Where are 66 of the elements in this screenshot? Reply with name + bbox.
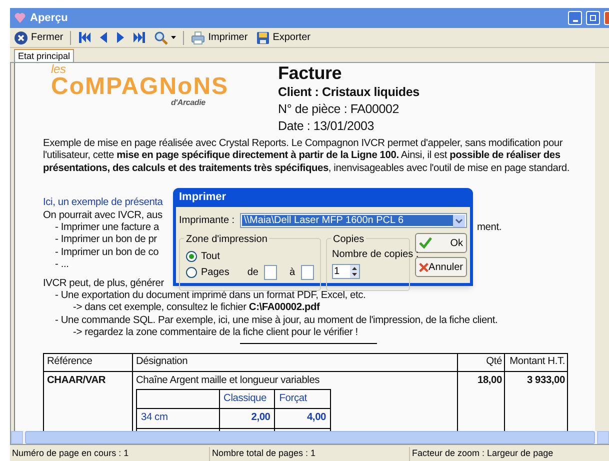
- group-label: Copies: [331, 232, 366, 247]
- status-field: Facteur de zoom : Largeur de page: [410, 447, 609, 461]
- print-button[interactable]: Imprimer: [190, 28, 249, 46]
- client-name: Client : Cristaux liquides: [278, 84, 420, 101]
- table-cell-text: 34 cm: [140, 411, 169, 426]
- invoice-date: Date : 13/01/2003: [278, 118, 375, 135]
- bullet-line: - Une exportation du document imprimé dans un format PDF, Excel, etc.: [54, 290, 366, 302]
- radio-option[interactable]: Tout: [186, 248, 220, 264]
- app-icon: [14, 12, 26, 24]
- from-page-field[interactable]: [264, 264, 278, 280]
- column-header: Forçat: [274, 390, 330, 408]
- bullet-line: - Imprimer un bon de co: [54, 246, 159, 260]
- bullet-line: - Imprimer un bon de pr: [54, 234, 157, 247]
- checkmark-icon: [419, 237, 432, 249]
- dialog-title: Imprimer: [173, 188, 473, 207]
- table-cell-text: Chaîne Argent maille et longueur variables: [135, 374, 320, 388]
- column-header: Désignation: [132, 354, 457, 371]
- company-logo: les CoMPAGNoNS d'Arcadie: [50, 63, 230, 109]
- horizontal-scrollbar[interactable]: [11, 431, 609, 444]
- link[interactable]: Ici, un exemple de présenta: [43, 197, 163, 210]
- ok-button[interactable]: Ok: [415, 233, 467, 253]
- bullet-line: - ...: [54, 259, 69, 272]
- sub-bullet-line: -> dans cet exemple, consultez le fichier C:\FA00002.pdf: [72, 302, 320, 315]
- from-label: de: [247, 266, 258, 280]
- first-page-icon: [78, 31, 92, 44]
- bullet-line: - Une commande SQL. Par exemple, ici, une mise à jour, au moment de l'impression, de la fiche client.: [54, 314, 498, 328]
- close-icon: [14, 30, 28, 44]
- sub-bullet-line: -> regardez la zone commentaire de la fiche client pour le vérifier !: [72, 327, 358, 340]
- printer-label: Imprimante :: [179, 214, 235, 228]
- dropdown-caret-icon: [171, 36, 176, 39]
- close-button[interactable]: Fermer: [13, 28, 64, 46]
- invoice-title: Facture: [278, 63, 343, 84]
- radio-option[interactable]: Pages: [186, 264, 230, 280]
- spinner-arrows-icon: [350, 265, 359, 278]
- intro-paragraph: Exemple de mise en page réalisée avec Crystal Reports. Le Compagnon IVCR permet d'appeler, sans modification pour l'utilisateur, cette mise en page spécifique directement à partir de la Ligne 100. Ainsi, il est possible de réaliser des présentations, des calculs et des traitements très spécifiques, inenvisageables avec l'outil de mise en page standard.: [43, 138, 570, 176]
- printer-dropdown[interactable]: \\Maia\Dell Laser MFP 1600n PCL 6: [240, 213, 467, 228]
- text-line: IVCR peut, de plus, générer: [43, 278, 164, 290]
- table-cell-text: CHAAR/VAR: [46, 374, 107, 388]
- tab[interactable]: Etat principal: [14, 49, 74, 62]
- copies-spinner[interactable]: 1: [332, 264, 360, 279]
- to-page-field[interactable]: [301, 264, 314, 280]
- bullet-line: - Imprimer une facture a: [54, 222, 159, 234]
- minimize-button[interactable]: [568, 11, 582, 25]
- status-field: Numéro de page en cours : 1: [10, 447, 210, 461]
- last-page-icon: [133, 31, 146, 44]
- window-title: Aperçu: [30, 10, 69, 26]
- magnifier-icon: [154, 30, 168, 44]
- to-label: à: [289, 266, 296, 280]
- column-header: Classique: [218, 390, 274, 408]
- restore-button[interactable]: [586, 11, 600, 25]
- column-header: Qté: [457, 354, 504, 371]
- text-line: ment.: [477, 222, 502, 234]
- group-label: Zone d'impression: [184, 232, 270, 247]
- text-line: On pourrait avec IVCR, aus: [43, 210, 162, 222]
- next-page-icon: [116, 31, 126, 44]
- previous-page-icon: [99, 31, 108, 44]
- column-header: Montant H.T.: [504, 354, 567, 371]
- table-cell: 2,00: [218, 409, 274, 428]
- document-number: N° de pièce : FA00002: [278, 101, 400, 118]
- cancel-button[interactable]: Annuler: [415, 257, 467, 277]
- column-header: Référence: [46, 356, 94, 368]
- cross-icon: [419, 262, 429, 272]
- printer-icon: [191, 30, 206, 44]
- export-button[interactable]: Exporter: [254, 28, 312, 46]
- table-cell: 4,00: [274, 409, 330, 428]
- status-field: Nombre total de pages : 1: [210, 447, 410, 461]
